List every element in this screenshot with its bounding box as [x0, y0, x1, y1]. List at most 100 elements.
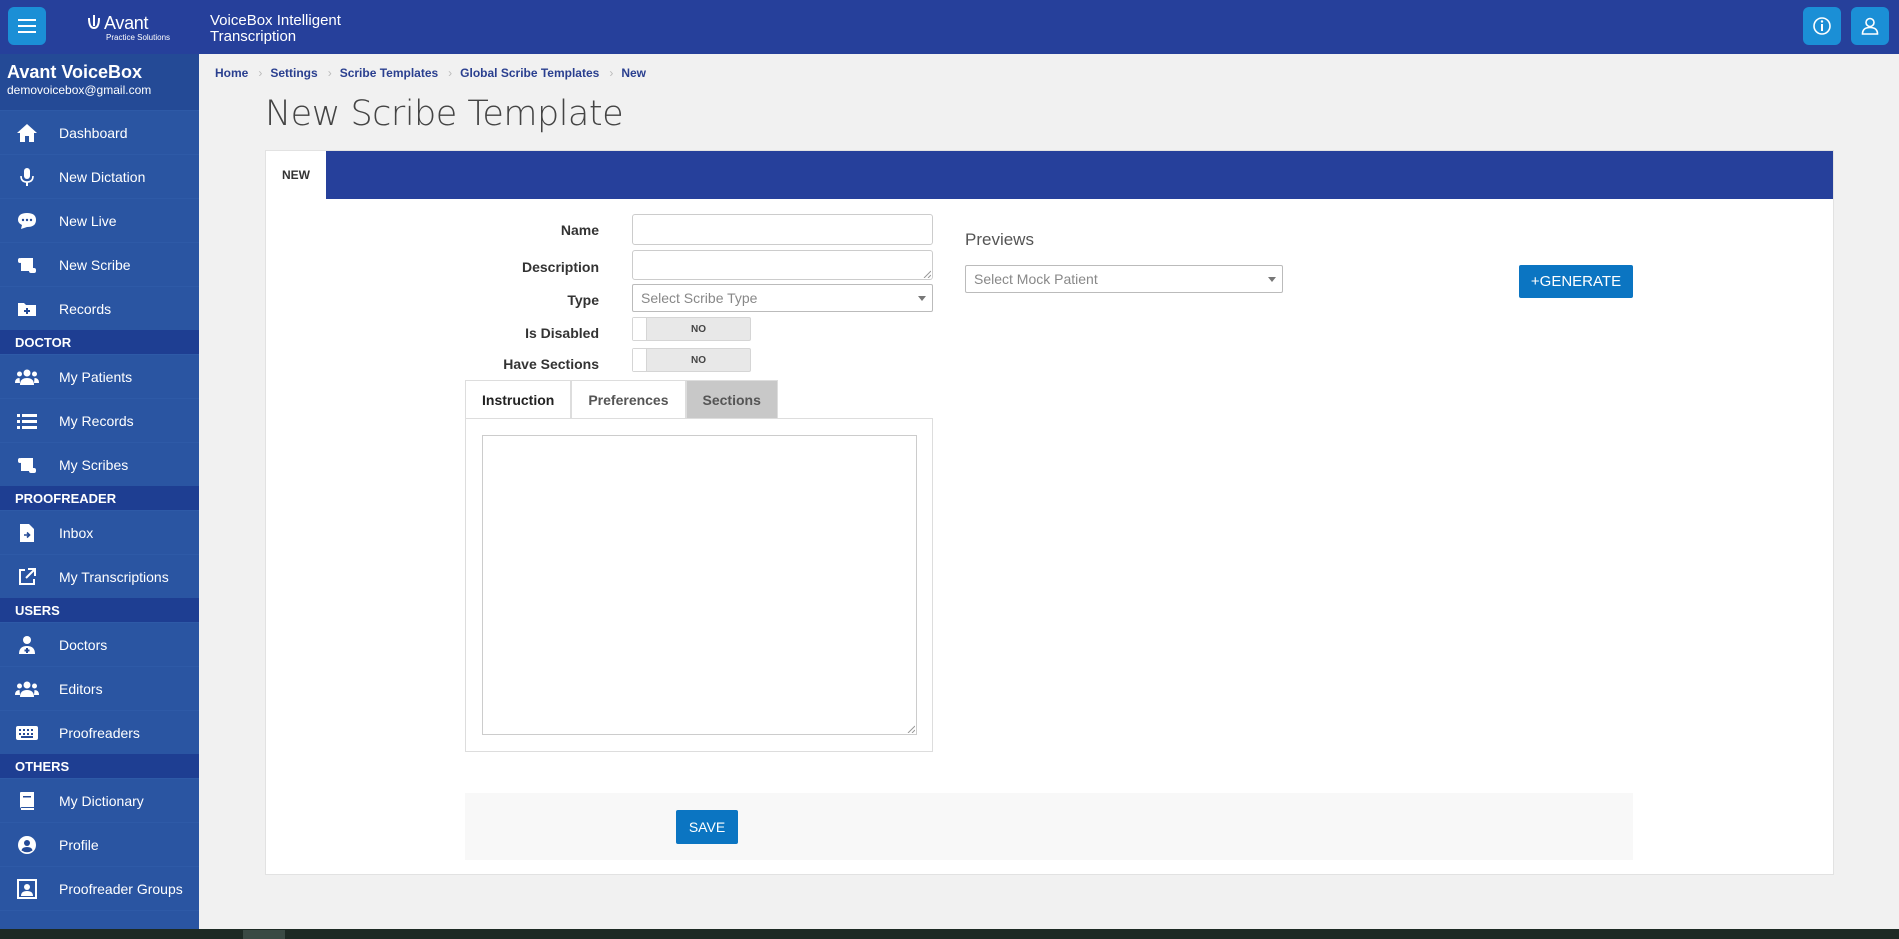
sidebar-item-my-transcriptions[interactable]: My Transcriptions	[0, 554, 199, 598]
description-label: Description	[521, 259, 599, 275]
tab-new[interactable]: NEW	[266, 151, 326, 199]
external-link-icon	[15, 565, 39, 589]
breadcrumb-settings[interactable]: Settings	[270, 66, 317, 80]
info-icon	[1813, 17, 1831, 35]
book-icon	[15, 789, 39, 813]
user-icon	[1861, 17, 1879, 35]
chevron-down-icon	[1268, 277, 1276, 282]
save-button[interactable]: SAVE	[676, 810, 738, 844]
sidebar-item-label: My Dictionary	[59, 792, 144, 809]
tab-preferences[interactable]: Preferences	[571, 380, 686, 419]
instruction-textarea[interactable]	[482, 435, 917, 735]
generate-button[interactable]: +GENERATE	[1519, 265, 1633, 298]
type-label: Type	[567, 292, 599, 308]
breadcrumb: Home › Settings › Scribe Templates › Glo…	[215, 66, 646, 80]
sidebar-item-doctors[interactable]: Doctors	[0, 622, 199, 666]
app-title: VoiceBox Intelligent Transcription	[210, 12, 341, 45]
sidebar-item-records[interactable]: Records	[0, 286, 199, 330]
page-title: New Scribe Template	[265, 94, 624, 134]
chat-bubble-icon	[15, 209, 39, 233]
logo-subtext: Practice Solutions	[106, 33, 171, 42]
top-bar: Avant Practice Solutions VoiceBox Intell…	[0, 0, 1899, 54]
sidebar-item-proofreader-groups[interactable]: Proofreader Groups	[0, 866, 199, 910]
sidebar-item-label: Profile	[59, 836, 99, 853]
sidebar-user-block: Avant VoiceBox demovoicebox@gmail.com	[0, 54, 199, 110]
microphone-icon	[15, 165, 39, 189]
menu-toggle-button[interactable]	[8, 7, 46, 45]
sidebar-item-editors[interactable]: Editors	[0, 666, 199, 710]
have-sections-label: Have Sections	[503, 356, 599, 372]
is-disabled-label: Is Disabled	[525, 325, 599, 341]
breadcrumb-home[interactable]: Home	[215, 66, 248, 80]
doctor-icon	[15, 633, 39, 657]
sidebar-item-my-records[interactable]: My Records	[0, 398, 199, 442]
sidebar-item-label: Dashboard	[59, 124, 128, 141]
sidebar-section-others: OTHERS	[0, 754, 199, 778]
sidebar-item-label: Inbox	[59, 524, 94, 541]
taskbar-item[interactable]	[243, 930, 285, 939]
toggle-knob	[633, 349, 647, 371]
sidebar-item-new-scribe[interactable]: New Scribe	[0, 242, 199, 286]
editor-tabs: Instruction Preferences Sections	[465, 380, 778, 419]
sidebar-item-label: New Dictation	[59, 168, 146, 185]
sidebar-item-my-scribes[interactable]: My Scribes	[0, 442, 199, 486]
resize-grip-icon[interactable]	[907, 725, 915, 733]
users-icon	[15, 365, 39, 389]
sidebar-item-new-dictation[interactable]: New Dictation	[0, 154, 199, 198]
breadcrumb-scribe-templates[interactable]: Scribe Templates	[340, 66, 438, 80]
home-icon	[15, 121, 39, 145]
name-input[interactable]	[632, 214, 933, 245]
have-sections-toggle[interactable]: NO	[632, 348, 751, 372]
card-tab-bar: NEW	[266, 151, 1833, 199]
sidebar-user-email: demovoicebox@gmail.com	[7, 83, 152, 97]
sidebar: Avant VoiceBox demovoicebox@gmail.com Da…	[0, 54, 199, 929]
keyboard-icon	[15, 721, 39, 745]
sidebar-section-users: USERS	[0, 598, 199, 622]
name-label: Name	[560, 222, 599, 238]
resize-grip-icon[interactable]	[923, 270, 931, 278]
toggle-state-text: NO	[691, 354, 706, 366]
breadcrumb-new[interactable]: New	[621, 66, 646, 80]
breadcrumb-global-scribe-templates[interactable]: Global Scribe Templates	[460, 66, 599, 80]
sidebar-item-inbox[interactable]: Inbox	[0, 510, 199, 554]
sidebar-item-label: Proofreaders	[59, 724, 140, 741]
mock-patient-select[interactable]: Select Mock Patient	[965, 265, 1283, 293]
sidebar-item-proofreaders[interactable]: Proofreaders	[0, 710, 199, 754]
sidebar-item-label: My Scribes	[59, 456, 129, 473]
sidebar-user-name: Avant VoiceBox	[7, 62, 143, 82]
sidebar-section-proofreader: PROOFREADER	[0, 486, 199, 510]
user-menu-button[interactable]	[1851, 7, 1889, 45]
tab-instruction[interactable]: Instruction	[465, 380, 572, 419]
description-input[interactable]	[632, 250, 933, 280]
sidebar-item-label: My Patients	[59, 368, 133, 385]
chevron-right-icon: ›	[448, 66, 453, 80]
sidebar-item-my-dictionary[interactable]: My Dictionary	[0, 778, 199, 822]
chevron-right-icon: ›	[327, 66, 332, 80]
sidebar-item-partial[interactable]	[0, 910, 199, 929]
sidebar-item-dashboard[interactable]: Dashboard	[0, 110, 199, 154]
scribe-type-select[interactable]: Select Scribe Type	[632, 284, 933, 312]
scribe-type-placeholder: Select Scribe Type	[641, 290, 758, 306]
toggle-state-text: NO	[691, 323, 706, 335]
taskbar-strip	[0, 929, 1899, 939]
is-disabled-toggle[interactable]: NO	[632, 317, 751, 341]
list-icon	[15, 409, 39, 433]
user-circle-icon	[15, 833, 39, 857]
toggle-knob	[633, 318, 647, 340]
sidebar-item-label: Editors	[59, 680, 103, 697]
sidebar-item-new-live[interactable]: New Live	[0, 198, 199, 242]
mock-patient-placeholder: Select Mock Patient	[974, 271, 1098, 287]
tab-sections[interactable]: Sections	[685, 380, 778, 419]
users-icon	[15, 677, 39, 701]
info-button[interactable]	[1803, 7, 1841, 45]
scroll-icon	[15, 253, 39, 277]
sidebar-item-label: New Scribe	[59, 256, 131, 273]
sidebar-item-my-patients[interactable]: My Patients	[0, 354, 199, 398]
sidebar-item-label: My Records	[59, 412, 134, 429]
folder-plus-icon	[15, 297, 39, 321]
sidebar-item-profile[interactable]: Profile	[0, 822, 199, 866]
file-import-icon	[15, 521, 39, 545]
logo-mark-icon	[88, 14, 100, 29]
sidebar-section-doctor: DOCTOR	[0, 330, 199, 354]
logo[interactable]: Avant Practice Solutions	[86, 13, 170, 42]
